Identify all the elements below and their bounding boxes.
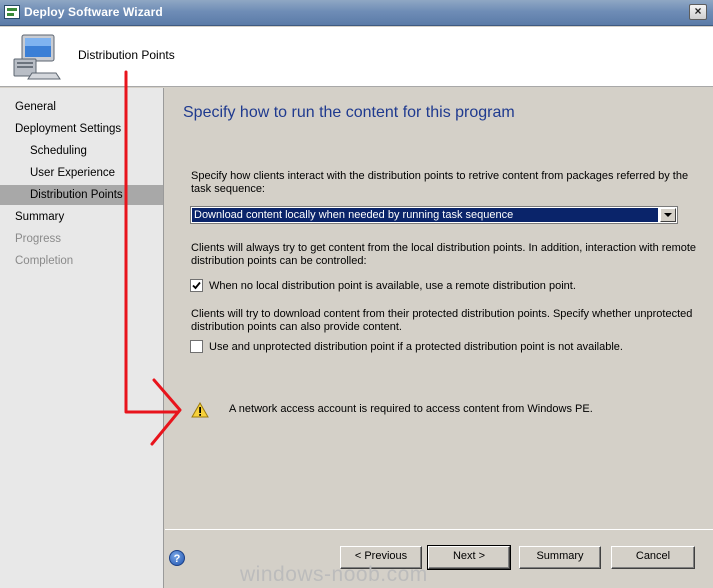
unprotected-dp-label[interactable]: Use and unprotected distribution point i… xyxy=(209,341,623,353)
watermark: windows-noob.com xyxy=(240,563,428,586)
clients-info-line1: Clients will always try to get content f… xyxy=(191,242,697,254)
cancel-button[interactable]: Cancel xyxy=(611,546,695,569)
wizard-app-icon xyxy=(4,5,20,19)
warning-icon xyxy=(191,402,209,418)
dropdown-arrow-button[interactable] xyxy=(660,208,676,222)
annotation-arrow-icon xyxy=(124,70,182,446)
clients-info-line2: distribution points can be controlled: xyxy=(191,255,367,267)
summary-button[interactable]: Summary xyxy=(519,546,601,569)
interaction-instructions-line2: task sequence: xyxy=(191,183,265,195)
next-button[interactable]: Next > xyxy=(427,545,511,570)
close-button[interactable]: × xyxy=(689,4,707,20)
wizard-header: Distribution Points xyxy=(0,27,713,87)
page-heading: Specify how to run the content for this … xyxy=(183,104,515,121)
title-bar: Deploy Software Wizard × xyxy=(0,0,713,26)
remote-dp-checkbox[interactable] xyxy=(190,279,203,292)
footer-divider xyxy=(165,529,713,530)
protected-info-line2: distribution points can also provide con… xyxy=(191,321,402,333)
interaction-instructions-line1: Specify how clients interact with the di… xyxy=(191,170,689,182)
deployment-option-dropdown[interactable]: Download content locally when needed by … xyxy=(190,206,678,224)
deployment-option-value: Download content locally when needed by … xyxy=(192,208,658,222)
chevron-down-icon xyxy=(664,213,672,217)
warning-message: A network access account is required to … xyxy=(229,403,593,415)
checkmark-icon xyxy=(192,281,201,290)
remote-dp-label[interactable]: When no local distribution point is avai… xyxy=(209,280,576,292)
header-title: Distribution Points xyxy=(78,48,175,62)
unprotected-dp-checkbox[interactable] xyxy=(190,340,203,353)
protected-info-line1: Clients will try to download content fro… xyxy=(191,308,693,320)
computer-icon xyxy=(13,34,61,80)
window-title: Deploy Software Wizard xyxy=(24,5,163,19)
help-icon[interactable]: ? xyxy=(169,550,185,566)
wizard-page-content: Specify how to run the content for this … xyxy=(165,88,713,588)
